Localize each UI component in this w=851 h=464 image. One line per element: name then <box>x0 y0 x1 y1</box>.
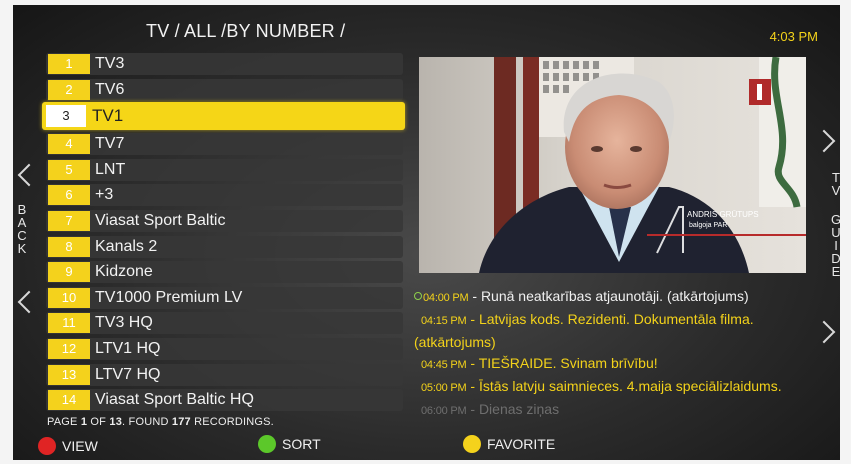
channel-number: 13 <box>48 364 90 385</box>
epg-list: 04:00 PM - Runā neatkarības atjaunotāji.… <box>414 286 824 422</box>
sort-button[interactable]: SORT <box>258 434 321 454</box>
channel-number: 2 <box>48 79 90 100</box>
yellow-circle-icon <box>463 435 481 453</box>
channel-name: TV1 <box>92 106 124 126</box>
epg-item[interactable]: 06:00 PM - Dienas ziņas <box>414 399 824 422</box>
channel-name: LNT <box>95 160 126 178</box>
caption-role: balgoja PAR <box>689 222 727 229</box>
epg-item-continuation: (atkārtojums) <box>414 334 496 350</box>
channel-name: TV1000 Premium LV <box>95 288 243 306</box>
guide-arrow-up-icon[interactable] <box>812 129 836 153</box>
channel-row[interactable]: 10 TV1000 Premium LV <box>46 286 403 309</box>
tv-screen: TV / ALL /BY NUMBER / 4:03 PM B A C K 1T… <box>13 5 840 460</box>
channel-row[interactable]: 9 Kidzone <box>46 261 403 284</box>
channel-name: Viasat Sport Baltic <box>95 211 226 229</box>
channel-number: 12 <box>48 338 90 359</box>
epg-item[interactable]: 05:00 PM - Īstās latvju saimnieces. 4.ma… <box>414 376 824 399</box>
channel-name: LTV7 HQ <box>95 365 161 383</box>
page-info: PAGE 1 OF 13. FOUND 177 RECORDINGS. <box>47 416 274 428</box>
breadcrumb: TV / ALL /BY NUMBER / <box>146 21 346 41</box>
channel-row[interactable]: 6 +3 <box>46 184 403 207</box>
now-playing-icon <box>414 292 422 300</box>
channel-number: 1 <box>48 54 90 74</box>
channel-name: Kanals 2 <box>95 237 158 255</box>
video-frame: ANDRIS GRŪTUPS balgoja PAR <box>419 57 806 273</box>
channel-name: Kidzone <box>95 263 153 281</box>
channel-number: 8 <box>48 236 90 257</box>
view-button[interactable]: VIEW <box>38 436 98 456</box>
channel-row[interactable]: 7 Viasat Sport Baltic <box>46 209 403 232</box>
epg-item-current[interactable]: 04:00 PM - Runā neatkarības atjaunotāji.… <box>414 286 824 309</box>
green-circle-icon <box>258 435 276 453</box>
channel-name: LTV1 HQ <box>95 339 161 357</box>
tv-guide-label[interactable]: T V G U I D E <box>830 171 840 278</box>
channel-number: 11 <box>48 313 90 334</box>
video-preview[interactable]: ANDRIS GRŪTUPS balgoja PAR <box>419 57 806 273</box>
back-label[interactable]: B A C K <box>16 203 28 255</box>
channel-name: TV7 <box>95 135 125 153</box>
channel-row[interactable]: 13 LTV7 HQ <box>46 363 403 386</box>
channel-row[interactable]: 11 TV3 HQ <box>46 312 403 335</box>
caption-name: ANDRIS GRŪTUPS <box>687 210 759 219</box>
channel-list: 1 TV3 2 TV6 3 TV1 4 TV7 5 LNT 6 +3 7 Viasat Sport Bal… <box>42 53 405 415</box>
channel-name: TV6 <box>95 80 125 98</box>
channel-number: 3 <box>46 105 86 128</box>
channel-name: TV3 <box>95 55 125 72</box>
back-arrow-up-icon[interactable] <box>17 163 41 187</box>
back-arrow-down-icon[interactable] <box>17 290 41 314</box>
channel-row[interactable]: 2 TV6 <box>46 78 403 101</box>
channel-number: 14 <box>48 390 90 411</box>
channel-name: Viasat Sport Baltic HQ <box>95 391 254 409</box>
favorite-button[interactable]: FAVORITE <box>463 434 555 454</box>
epg-item[interactable]: 04:15 PM - Latvijas kods. Rezidenti. Dok… <box>414 309 824 332</box>
channel-row[interactable]: 14 Viasat Sport Baltic HQ <box>46 389 403 412</box>
channel-name: TV3 HQ <box>95 314 153 332</box>
channel-row-selected[interactable]: 3 TV1 <box>42 102 405 131</box>
channel-number: 5 <box>48 159 90 180</box>
channel-number: 10 <box>48 287 90 308</box>
channel-number: 4 <box>48 134 90 155</box>
channel-number: 6 <box>48 185 90 206</box>
channel-row[interactable]: 5 LNT <box>46 158 403 181</box>
channel-number: 7 <box>48 210 90 231</box>
channel-row[interactable]: 4 TV7 <box>46 133 403 156</box>
channel-name: +3 <box>95 186 114 204</box>
red-circle-icon <box>38 437 56 455</box>
channel-number: 9 <box>48 262 90 283</box>
channel-row[interactable]: 12 LTV1 HQ <box>46 337 403 360</box>
epg-item[interactable]: 04:45 PM - TIEŠRAIDE. Svinam brīvību! <box>414 353 824 376</box>
channel-row[interactable]: 1 TV3 <box>46 53 403 75</box>
channel-row[interactable]: 8 Kanals 2 <box>46 235 403 258</box>
clock: 4:03 PM <box>769 29 818 44</box>
